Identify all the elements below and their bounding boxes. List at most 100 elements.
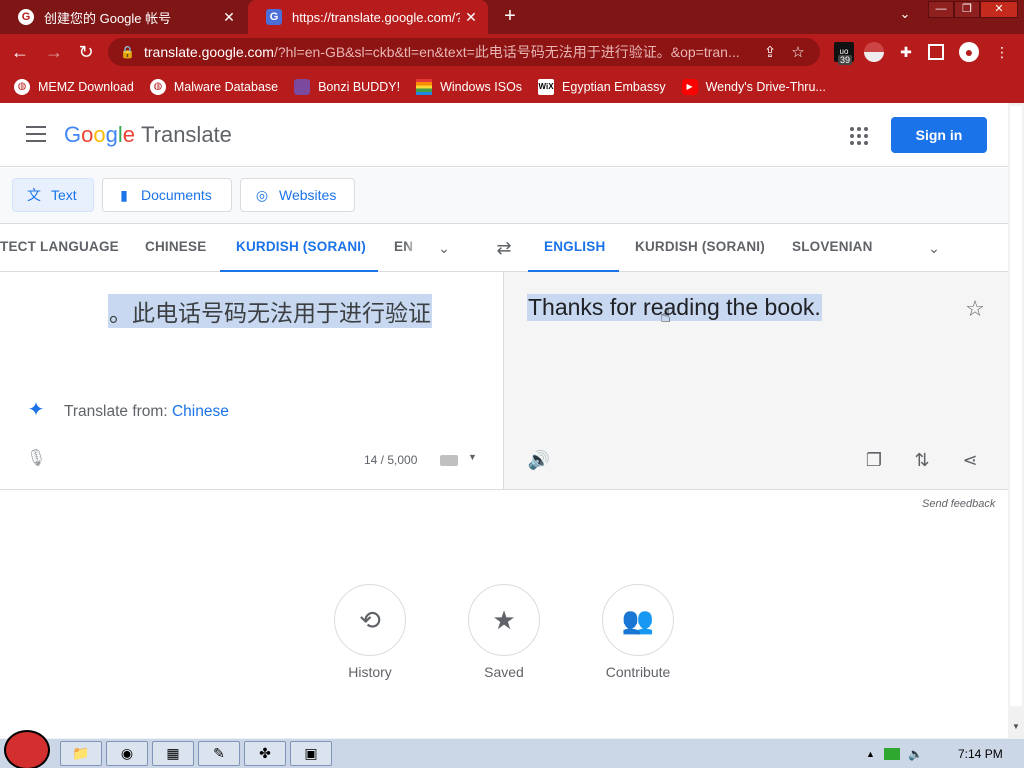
share-icon[interactable]: ⋖ (958, 448, 982, 472)
bookmark-malware-db[interactable]: ◍ Malware Database (149, 78, 279, 95)
translate-from-suggestion: Translate from: Chinese (64, 403, 229, 421)
translate-from-prefix: Translate from: (64, 403, 172, 420)
bookmark-star-icon[interactable]: ☆ (784, 43, 812, 61)
youtube-icon: ▶ (681, 78, 698, 95)
url-host: translate.google.com (144, 44, 274, 60)
taskbar-cmd-icon[interactable]: ▣ (290, 741, 332, 766)
source-lang-chinese[interactable]: CHINESE (145, 224, 206, 272)
target-lang-english[interactable]: ENGLISH (528, 224, 619, 272)
back-arrow-icon[interactable]: ← (8, 40, 32, 64)
history-button[interactable]: ⟲ (334, 584, 406, 656)
listen-speaker-icon[interactable]: 🔊 (527, 448, 551, 472)
history-label: History (348, 664, 392, 680)
star-icon: ★ (492, 605, 516, 635)
taskbar-explorer-icon[interactable]: 📁 (60, 741, 102, 766)
taskbar-paint-icon[interactable]: ✎ (198, 741, 240, 766)
sign-in-button[interactable]: Sign in (891, 117, 987, 153)
copy-icon[interactable]: ❐ (862, 448, 886, 472)
keyboard-icon[interactable] (440, 455, 458, 466)
minimize-button[interactable]: — (928, 1, 954, 18)
taskbar-chrome-icon[interactable]: ◉ (106, 741, 148, 766)
keyboard-dropdown-icon[interactable]: ▼ (468, 452, 477, 462)
side-panel-icon[interactable] (928, 44, 944, 60)
url-text[interactable]: translate.google.com/?hl=en-GB&sl=ckb&tl… (144, 42, 756, 62)
character-count: 14 / 5,000 (364, 453, 418, 467)
hamburger-menu-icon[interactable] (26, 126, 46, 142)
tab-close-icon[interactable]: ✕ (460, 9, 482, 26)
reload-icon[interactable]: ↻ (74, 40, 98, 64)
source-lang-english[interactable]: EN (394, 224, 420, 272)
sparkle-icon: ✦ (27, 399, 45, 421)
tab-title: https://translate.google.com/?hl= (292, 9, 460, 25)
lock-icon[interactable]: 🔒 (120, 45, 140, 59)
google-favicon-icon: G (18, 9, 34, 25)
bookmark-label: Wendy's Drive-Thru... (705, 79, 826, 94)
translate-from-link[interactable]: Chinese (172, 403, 229, 420)
restore-button[interactable]: ❐ (954, 1, 980, 18)
swap-languages-icon[interactable]: ⇄ (492, 236, 516, 260)
send-feedback-link[interactable]: Send feedback (922, 498, 995, 510)
address-bar[interactable]: 🔒 translate.google.com/?hl=en-GB&sl=ckb&… (108, 38, 820, 66)
mode-label: Documents (141, 187, 212, 203)
start-button-angry-bird-icon[interactable] (4, 730, 50, 768)
mode-label: Websites (279, 187, 337, 203)
profile-extension-icon[interactable] (864, 42, 884, 62)
rate-translation-icon[interactable]: ⇅ (910, 448, 934, 472)
save-translation-star-icon[interactable]: ☆ (962, 296, 988, 322)
mode-text-button[interactable]: 文 Text (12, 178, 94, 212)
bookmark-label: Egyptian Embassy (562, 79, 666, 94)
contribute-label: Contribute (605, 664, 671, 680)
bookmark-memz[interactable]: ◍ MEMZ Download (14, 78, 134, 95)
forward-arrow-icon[interactable]: → (42, 40, 66, 64)
bookmark-windows-isos[interactable]: Windows ISOs (416, 78, 522, 95)
target-lang-more-chevron-icon[interactable]: ⌄ (922, 236, 946, 260)
tab-search-chevron-icon[interactable]: ⌄ (894, 6, 916, 28)
source-textarea[interactable]: 。此电话号码无法用于进行验证 (108, 294, 432, 328)
taskbar-app-icon[interactable]: ▦ (152, 741, 194, 766)
tab-google-translate[interactable]: G https://translate.google.com/?hl= ✕ (248, 0, 488, 34)
saved-label: Saved (484, 664, 524, 680)
globe-icon: ◎ (255, 187, 269, 203)
contribute-button[interactable]: 👥 (602, 584, 674, 656)
bookmark-bonzi[interactable]: Bonzi BUDDY! (294, 78, 400, 95)
window-close-button[interactable]: ✕ (980, 1, 1018, 18)
tab-close-icon[interactable]: ✕ (218, 9, 240, 26)
google-translate-logo[interactable]: Google Translate (64, 122, 232, 148)
logo-google: Google (64, 122, 136, 147)
source-lang-detect[interactable]: TECT LANGUAGE (0, 224, 124, 272)
network-icon[interactable] (884, 748, 900, 760)
bookmark-wendys[interactable]: ▶ Wendy's Drive-Thru... (681, 78, 826, 95)
mode-documents-button[interactable]: ▮ Documents (102, 178, 232, 212)
target-lang-kurdish[interactable]: KURDISH (SORANI) (635, 224, 765, 272)
translate-icon: 文 (27, 187, 41, 203)
taskbar-game-icon[interactable]: ✤ (244, 741, 286, 766)
system-tray: ▲ 🔈 7:14 PM (866, 742, 1018, 766)
volume-icon[interactable]: 🔈 (908, 747, 928, 761)
scroll-down-arrow-icon[interactable]: ▼ (1010, 722, 1022, 736)
bookmark-label: Malware Database (173, 79, 279, 94)
history-icon: ⟲ (359, 605, 381, 635)
translate-favicon-icon: G (266, 9, 282, 25)
share-icon[interactable]: ⇪ (756, 43, 784, 61)
tray-expand-icon[interactable]: ▲ (866, 749, 884, 759)
mode-websites-button[interactable]: ◎ Websites (240, 178, 355, 212)
avatar-icon[interactable]: ● (959, 42, 979, 62)
bonzi-icon (294, 78, 311, 95)
tab-google-account[interactable]: G 创建您的 Google 帐号 ✕ (0, 0, 246, 34)
target-lang-slovenian[interactable]: SLOVENIAN (792, 224, 873, 272)
scrollbar-thumb[interactable] (1010, 106, 1022, 706)
google-apps-grid-icon[interactable] (850, 127, 868, 145)
bookmarks-bar: ◍ MEMZ Download ◍ Malware Database Bonzi B… (0, 70, 1024, 103)
source-lang-kurdish[interactable]: KURDISH (SORANI) (220, 224, 378, 272)
url-path: /?hl=en-GB&sl=ckb&tl=en&text=此电话号码无法用于进行… (273, 44, 740, 60)
puzzle-extensions-icon[interactable]: ✚ (896, 42, 916, 62)
people-icon: 👥 (621, 605, 655, 635)
saved-button[interactable]: ★ (468, 584, 540, 656)
clock[interactable]: 7:14 PM (958, 747, 1003, 761)
new-tab-button[interactable]: + (498, 4, 522, 28)
microphone-icon[interactable]: 🎙 (26, 448, 46, 470)
menu-kebab-icon[interactable]: ⋮ (992, 42, 1012, 62)
source-lang-more-chevron-icon[interactable]: ⌄ (432, 236, 456, 260)
tab-title: 创建您的 Google 帐号 (44, 10, 172, 26)
bookmark-egyptian-embassy[interactable]: WiX Egyptian Embassy (538, 78, 666, 95)
